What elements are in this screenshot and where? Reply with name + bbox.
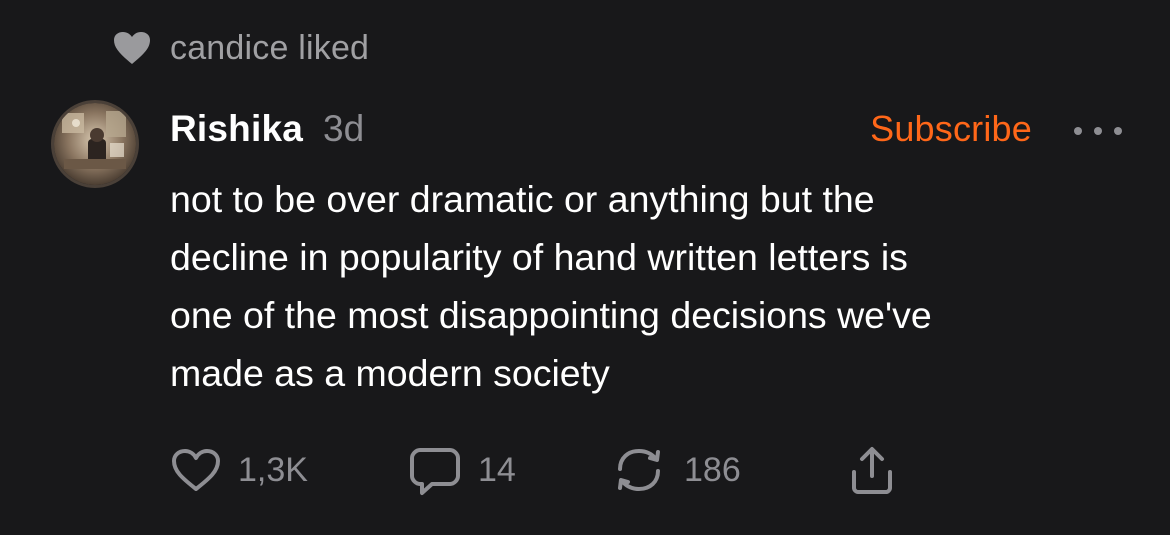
avatar[interactable] — [51, 100, 139, 188]
share-button[interactable] — [844, 440, 900, 500]
more-dot — [1074, 127, 1082, 135]
comment-icon — [410, 448, 460, 495]
like-count: 1,3K — [238, 450, 308, 489]
post-body-line: not to be over dramatic or anything but … — [170, 178, 875, 220]
like-button[interactable]: 1,3K — [170, 440, 308, 500]
liked-by-row: candice liked — [112, 26, 369, 70]
liked-by-text: candice liked — [170, 28, 370, 67]
restack-button[interactable]: 186 — [610, 440, 741, 500]
author-name[interactable]: Rishika — [170, 108, 303, 150]
more-options-icon[interactable] — [1074, 124, 1122, 138]
heart-icon — [114, 32, 150, 64]
post-body-line: decline in popularity of hand written le… — [170, 236, 908, 278]
more-dot — [1094, 127, 1102, 135]
restack-count: 186 — [684, 450, 741, 489]
post-body-line: one of the most disappointing decisions … — [170, 294, 932, 336]
post-timestamp: 3d — [323, 108, 365, 149]
comment-count: 14 — [478, 450, 516, 489]
restack-icon — [618, 448, 660, 492]
post-body: not to be over dramatic or anything but … — [170, 170, 1130, 402]
heart-outline-icon — [172, 449, 220, 491]
comment-button[interactable]: 14 — [408, 440, 516, 500]
subscribe-button[interactable]: Subscribe — [870, 108, 1032, 150]
more-dot — [1114, 127, 1122, 135]
post-actions: 1,3K 14 186 — [170, 440, 930, 500]
post-body-line: made as a modern society — [170, 352, 610, 394]
share-icon — [852, 447, 892, 494]
avatar-image — [54, 103, 136, 185]
post-header: Rishika 3d Subscribe — [170, 103, 1130, 155]
